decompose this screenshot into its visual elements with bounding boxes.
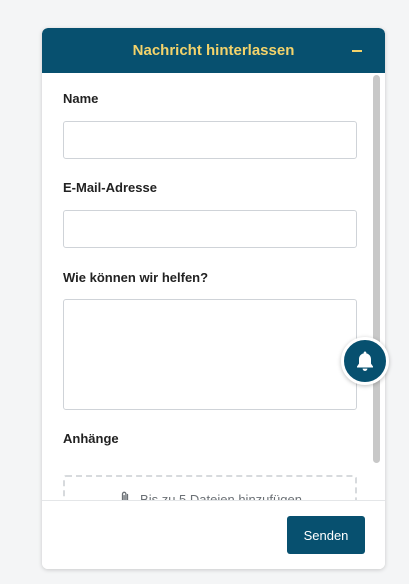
bell-icon [357, 351, 373, 371]
message-textarea[interactable] [63, 299, 357, 410]
collapse-button[interactable] [349, 39, 365, 61]
attachments-label: Anhänge [63, 431, 119, 446]
notification-button[interactable] [341, 337, 389, 385]
widget-footer: Senden [42, 500, 385, 569]
email-label: E-Mail-Adresse [63, 180, 157, 195]
form-body: Name E-Mail-Adresse Wie können wir helfe… [42, 73, 385, 501]
minus-icon [352, 50, 362, 52]
contact-widget: Nachricht hinterlassen Name E-Mail-Adres… [42, 28, 385, 569]
name-label: Name [63, 91, 99, 106]
email-input[interactable] [63, 210, 357, 248]
scrollbar[interactable] [373, 73, 380, 501]
message-label: Wie können wir helfen? [63, 270, 209, 285]
attachment-dropzone[interactable]: Bis zu 5 Dateien hinzufügen [63, 475, 357, 501]
widget-header: Nachricht hinterlassen [42, 28, 385, 73]
send-button[interactable]: Senden [287, 516, 365, 554]
widget-title: Nachricht hinterlassen [132, 42, 295, 59]
name-input[interactable] [63, 121, 357, 159]
scrollbar-thumb[interactable] [373, 75, 380, 463]
